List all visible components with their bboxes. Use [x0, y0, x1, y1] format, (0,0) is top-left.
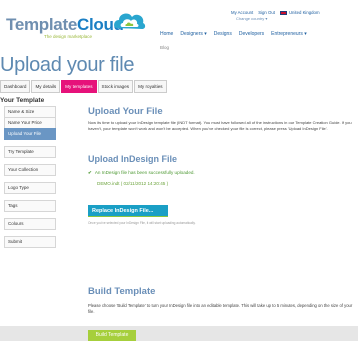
sidebar-item-name-size[interactable]: Name & Size — [4, 106, 56, 118]
tab-my-royalties[interactable]: My royalties — [134, 80, 167, 93]
logo[interactable]: TemplateCloud The design marketplace — [6, 15, 126, 45]
cloud-logo-icon — [114, 13, 146, 29]
success-text: An InDesign file has been successfully u… — [94, 170, 195, 175]
logo-wordmark: TemplateCloud — [6, 15, 124, 35]
upload-note: Once you've selected your InDesign File,… — [88, 221, 196, 225]
sidebar-item-upload-file[interactable]: Upload Your File — [4, 128, 56, 140]
nav-blog[interactable]: Blog — [160, 45, 169, 50]
change-country-link[interactable]: Change country ▾ — [236, 16, 267, 21]
sidebar-item-name-price[interactable]: Name Your Price — [4, 117, 56, 129]
build-template-button[interactable]: Build Template — [88, 330, 136, 341]
sidebar-item-tags[interactable]: Tags — [4, 200, 56, 212]
sidebar-item-your-collection[interactable]: Your Collection — [4, 164, 56, 176]
page: TemplateCloud The design marketplace My … — [0, 0, 358, 341]
indesign-heading: Upload InDesign File — [88, 154, 178, 164]
logo-text-main: Template — [6, 15, 77, 34]
upload-success-message: ✔ An InDesign file has been successfully … — [88, 170, 195, 176]
sidebar-title: Your Template — [0, 97, 45, 104]
nav-designs[interactable]: Designs — [214, 31, 232, 37]
account-bar: My Account Sign Out United Kingdom — [231, 10, 320, 15]
sidebar-item-logo-type[interactable]: Logo Type — [4, 182, 56, 194]
my-account-link[interactable]: My Account — [231, 10, 253, 15]
nav-entrepreneurs[interactable]: Entrepreneurs ▾ — [271, 31, 307, 37]
country-label: United Kingdom — [288, 10, 320, 15]
checkmark-icon: ✔ — [88, 170, 92, 175]
nav-designers[interactable]: Designers ▾ — [180, 31, 206, 37]
sign-out-link[interactable]: Sign Out — [258, 10, 275, 15]
sidebar-item-try-template[interactable]: Try Template — [4, 146, 56, 158]
sidebar-item-submit[interactable]: Submit — [4, 236, 56, 248]
uk-flag-icon — [279, 10, 287, 15]
upload-instructions: Now its time to upload your InDesign tem… — [88, 120, 352, 131]
country-selector[interactable]: United Kingdom — [279, 10, 320, 15]
replace-indesign-file-button[interactable]: Replace InDesign File... — [88, 205, 168, 217]
page-title: Upload your file — [0, 54, 135, 76]
build-heading: Build Template — [88, 286, 156, 297]
account-tabs: Dashboard My details My templates Stock … — [0, 80, 168, 93]
tab-dashboard[interactable]: Dashboard — [0, 80, 31, 93]
tab-my-templates[interactable]: My templates — [61, 80, 97, 93]
nav-home[interactable]: Home — [160, 31, 173, 37]
sidebar-item-colours[interactable]: Colours — [4, 218, 56, 230]
uploaded-filename: DEMO.indt ( 02/11/2012 14:20:45 ) — [97, 181, 169, 186]
upload-heading: Upload Your File — [88, 106, 163, 117]
main-nav: Home Designers ▾ Designs Developers Entr… — [160, 31, 307, 37]
build-instructions: Please choose 'Build Template' to turn y… — [88, 303, 353, 314]
tab-my-details[interactable]: My details — [31, 80, 61, 93]
sidebar: Name & Size Name Your Price Upload Your … — [4, 106, 56, 248]
tab-stock-images[interactable]: Stock images — [97, 80, 134, 93]
nav-developers[interactable]: Developers — [239, 31, 264, 37]
logo-tagline: The design marketplace — [44, 34, 93, 39]
